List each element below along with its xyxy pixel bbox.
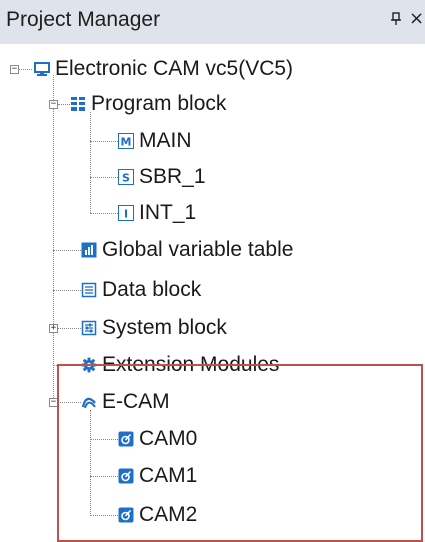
panel-titlebar: Project Manager × bbox=[0, 0, 425, 44]
gear-icon bbox=[81, 357, 97, 373]
panel-title: Project Manager bbox=[6, 8, 161, 31]
tree-node-program-block[interactable]: Program block bbox=[70, 87, 226, 121]
collapse-toggle-program-block[interactable]: − bbox=[49, 100, 58, 109]
document-icon bbox=[81, 282, 97, 298]
tree-node-label: CAM0 bbox=[139, 427, 198, 450]
tree-node-label: Electronic CAM vc5(VC5) bbox=[55, 57, 294, 80]
tree-node-sbr-1[interactable]: S SBR_1 bbox=[118, 160, 206, 194]
tree-node-label: Program block bbox=[91, 92, 227, 115]
subroutine-s-icon: S bbox=[118, 169, 134, 185]
tree-line bbox=[53, 75, 54, 402]
tree-node-system-block[interactable]: System block bbox=[81, 311, 227, 345]
tree-node-label: Extension Modules bbox=[102, 353, 280, 376]
system-settings-icon bbox=[81, 320, 97, 336]
tree-line bbox=[90, 410, 91, 516]
svg-text:S: S bbox=[122, 172, 130, 185]
cam-table-icon bbox=[118, 431, 134, 447]
tree-node-label: Data block bbox=[102, 278, 202, 301]
collapse-toggle-e-cam[interactable]: − bbox=[49, 398, 58, 407]
tree-line bbox=[90, 476, 118, 477]
tree-line bbox=[90, 439, 118, 440]
tree-node-global-variable-table[interactable]: Global variable table bbox=[81, 233, 293, 267]
tree-node-label: CAM1 bbox=[139, 464, 198, 487]
project-tree: − − + − Electronic CAM vc5(VC5) Program bbox=[0, 44, 425, 536]
tree-node-extension-modules[interactable]: Extension Modules bbox=[81, 348, 279, 382]
tree-node-label: INT_1 bbox=[139, 201, 197, 224]
tree-node-root[interactable]: Electronic CAM vc5(VC5) bbox=[34, 52, 293, 86]
tree-node-label: Global variable table bbox=[102, 238, 294, 261]
tree-line bbox=[90, 112, 91, 213]
tree-line bbox=[90, 515, 118, 516]
tree-line bbox=[90, 141, 118, 142]
tree-line bbox=[53, 290, 81, 291]
monitor-icon bbox=[34, 61, 50, 77]
program-block-icon bbox=[70, 96, 86, 112]
cam-table-icon bbox=[118, 468, 134, 484]
tree-node-label: MAIN bbox=[139, 129, 192, 152]
svg-text:I: I bbox=[124, 208, 128, 221]
expand-toggle-system-block[interactable]: + bbox=[49, 324, 58, 333]
tree-node-data-block[interactable]: Data block bbox=[81, 273, 201, 307]
svg-text:M: M bbox=[121, 136, 132, 149]
tree-node-label: SBR_1 bbox=[139, 165, 206, 188]
tree-node-label: System block bbox=[102, 316, 227, 339]
tree-node-label: CAM2 bbox=[139, 503, 198, 526]
tree-node-cam0[interactable]: CAM0 bbox=[118, 422, 197, 456]
tree-node-e-cam[interactable]: E-CAM bbox=[81, 385, 170, 419]
tree-line bbox=[58, 402, 81, 403]
tree-node-main[interactable]: M MAIN bbox=[118, 124, 192, 158]
tree-node-cam1[interactable]: CAM1 bbox=[118, 459, 197, 493]
table-chart-icon bbox=[81, 242, 97, 258]
tree-node-cam2[interactable]: CAM2 bbox=[118, 498, 197, 532]
tree-node-int-1[interactable]: I INT_1 bbox=[118, 196, 196, 230]
pin-icon[interactable] bbox=[389, 12, 403, 28]
cam-curve-icon bbox=[81, 394, 97, 410]
tree-line bbox=[58, 328, 81, 329]
interrupt-i-icon: I bbox=[118, 205, 134, 221]
tree-node-label: E-CAM bbox=[102, 390, 170, 413]
cam-table-icon bbox=[118, 507, 134, 523]
tree-line bbox=[53, 365, 81, 366]
tree-line bbox=[90, 213, 118, 214]
tree-line bbox=[90, 177, 118, 178]
main-m-icon: M bbox=[118, 133, 134, 149]
tree-line bbox=[53, 250, 81, 251]
close-icon[interactable]: × bbox=[409, 9, 425, 29]
tree-line bbox=[58, 104, 70, 105]
collapse-toggle-root[interactable]: − bbox=[10, 65, 19, 74]
